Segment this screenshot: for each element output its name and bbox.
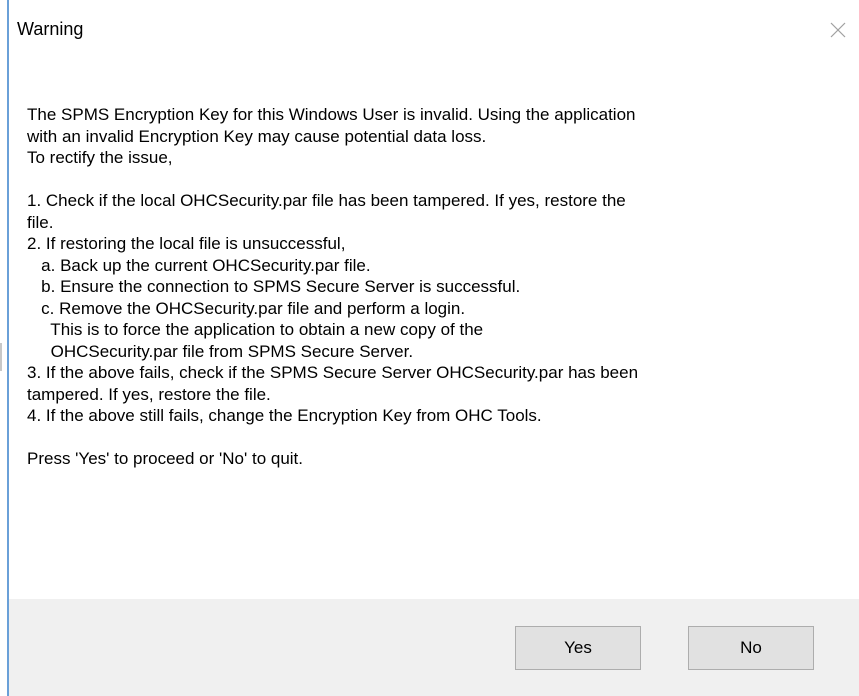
message-line: 2. If restoring the local file is unsucc…: [27, 234, 346, 253]
message-line: tampered. If yes, restore the file.: [27, 384, 271, 404]
message-line: Press 'Yes' to proceed or 'No' to quit.: [27, 449, 304, 468]
close-icon-glyph: [830, 22, 846, 38]
message-line: b. Ensure the connection to SPMS Secure …: [27, 277, 521, 296]
dialog-message: The SPMS Encryption Key for this Windows…: [27, 104, 827, 470]
close-icon[interactable]: [826, 18, 850, 42]
message-line: a. Back up the current OHCSecurity.par f…: [27, 255, 371, 275]
message-line: 4. If the above still fails, change the …: [27, 406, 542, 425]
message-line: OHCSecurity.par file from SPMS Secure Se…: [27, 341, 414, 361]
message-line: file.: [27, 212, 54, 232]
yes-button[interactable]: Yes: [515, 626, 641, 670]
window-edge-marker: [0, 343, 2, 371]
message-line: To rectify the issue,: [27, 148, 173, 167]
message-line: [27, 427, 827, 449]
message-line: [27, 169, 827, 191]
dialog-title: Warning: [17, 19, 84, 39]
message-line: This is to force the application to obta…: [27, 320, 484, 339]
message-line: with an invalid Encryption Key may cause…: [27, 126, 487, 146]
message-line: 1. Check if the local OHCSecurity.par fi…: [27, 191, 626, 210]
window-left-border: [7, 0, 9, 696]
no-button[interactable]: No: [688, 626, 814, 670]
warning-dialog: Warning The SPMS Encryption Key for this…: [0, 0, 859, 696]
message-line: c. Remove the OHCSecurity.par file and p…: [27, 298, 466, 318]
message-line: The SPMS Encryption Key for this Windows…: [27, 105, 636, 124]
message-line: 3. If the above fails, check if the SPMS…: [27, 363, 639, 382]
